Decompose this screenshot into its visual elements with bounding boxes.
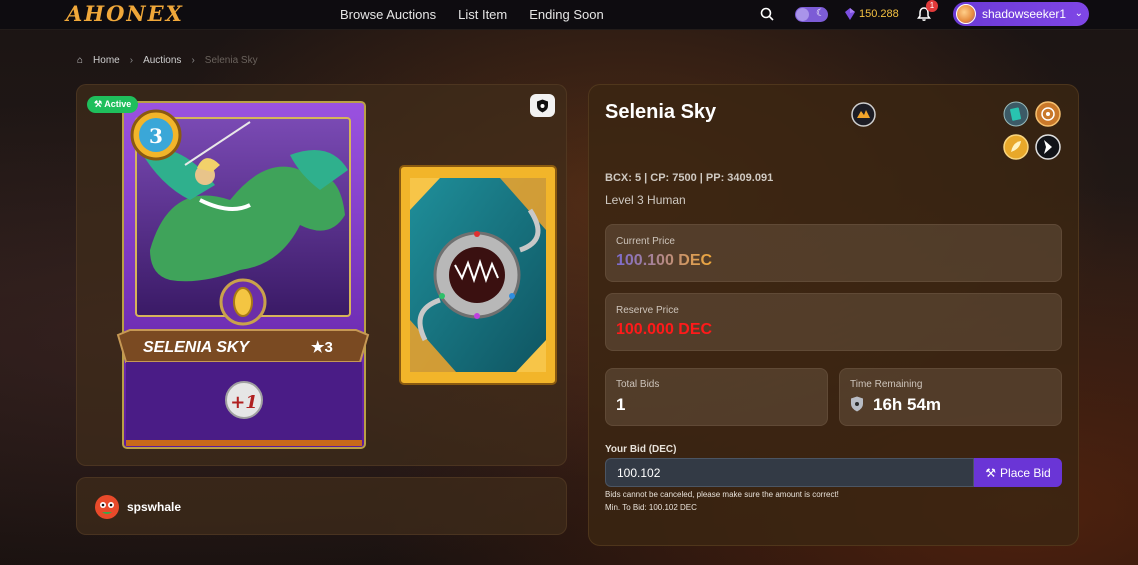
current-price-value: 100.100 DEC	[616, 252, 713, 269]
shield-button[interactable]	[530, 94, 555, 117]
card-type-icon	[1003, 101, 1029, 127]
mana-cost: 3	[149, 124, 163, 148]
place-bid-label: Place Bid	[1000, 465, 1051, 480]
total-bids-box	[605, 368, 828, 426]
page-title: Selenia Sky	[605, 101, 717, 123]
owner-name[interactable]: spswhale	[127, 500, 181, 514]
min-bid-text: Min. To Bid: 100.102 DEC	[605, 503, 697, 512]
ability-bonus: +1	[230, 392, 258, 413]
shield-icon	[851, 396, 863, 412]
card-back[interactable]	[399, 165, 557, 385]
card-front[interactable]: 3 SELENIA SKY ★3 +1	[116, 101, 370, 449]
card-level-race: Level 3 Human	[605, 193, 686, 207]
status-text: Active	[104, 99, 132, 109]
card-name: SELENIA SKY	[143, 339, 250, 356]
place-bid-button[interactable]: ⚒ Place Bid	[974, 458, 1062, 487]
gavel-icon: ⚒	[985, 465, 997, 480]
set-icon	[1035, 134, 1061, 160]
bid-amount-input[interactable]	[605, 458, 974, 487]
your-bid-label: Your Bid (DEC)	[605, 444, 677, 455]
total-bids-label: Total Bids	[616, 379, 660, 390]
reserve-price-label: Reserve Price	[616, 305, 679, 316]
gavel-icon: ⚒	[94, 99, 105, 109]
current-price-label: Current Price	[616, 236, 675, 247]
edition-icon	[851, 102, 876, 127]
reserve-price-value: 100.000 DEC	[616, 321, 713, 338]
gold-foil-icon	[1003, 134, 1029, 160]
total-bids-value: 1	[616, 395, 626, 414]
status-badge: ⚒ Active	[87, 96, 139, 113]
owner-avatar	[95, 495, 119, 519]
card-stars: ★3	[311, 339, 333, 356]
card-meta: BCX: 5 | CP: 7500 | PP: 3409.091	[605, 172, 774, 184]
bid-warning: Bids cannot be canceled, please make sur…	[605, 490, 839, 499]
time-remaining-label: Time Remaining	[850, 379, 923, 390]
time-remaining-value: 16h 54m	[873, 395, 942, 414]
rarity-icon	[1035, 101, 1061, 127]
shield-icon	[537, 99, 548, 112]
